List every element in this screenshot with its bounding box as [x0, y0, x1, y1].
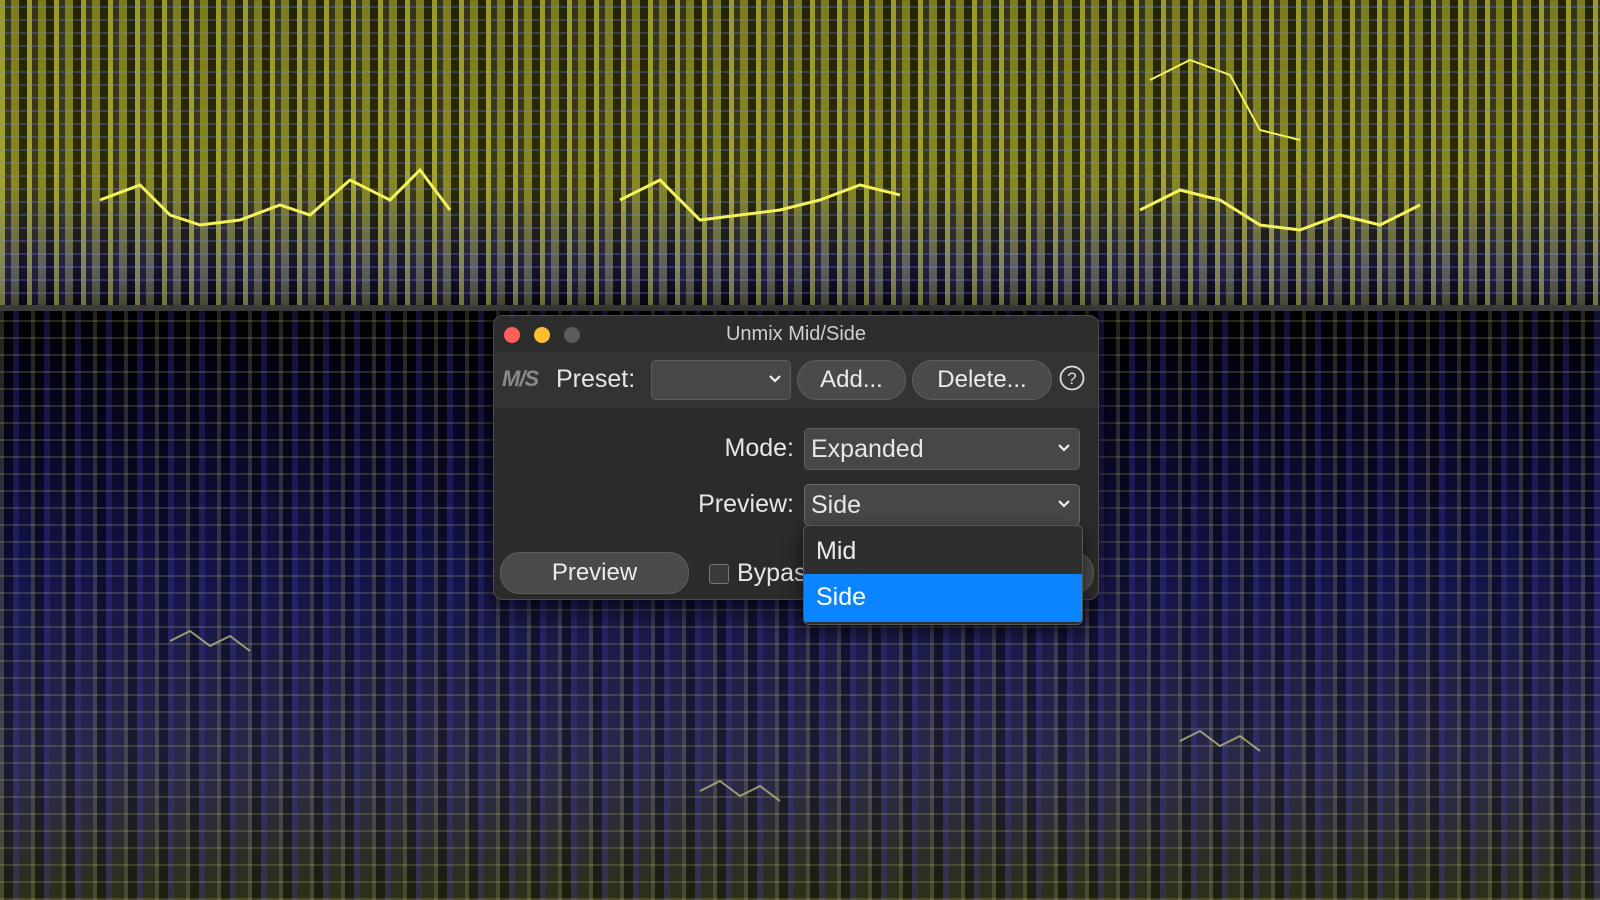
preview-mode-value: Side — [811, 491, 862, 519]
add-preset-button[interactable]: Add... — [797, 360, 906, 400]
spectrogram-top-traces — [99, 58, 1421, 232]
preset-label: Preset: — [556, 365, 636, 393]
svg-text:?: ? — [1067, 369, 1076, 388]
mode-dropdown[interactable]: Expanded — [804, 428, 1080, 470]
chevron-down-icon — [1058, 444, 1070, 452]
preset-dropdown[interactable] — [651, 360, 791, 400]
preset-toolbar: M/S Preset: Add... Delete... ? — [494, 352, 1098, 408]
chevron-down-icon — [769, 375, 781, 383]
chevron-down-icon — [1058, 500, 1070, 508]
preview-mode-label: Preview: — [698, 490, 794, 518]
ms-logo-icon: M/S — [502, 366, 539, 391]
preview-mode-dropdown[interactable]: Side — [804, 484, 1080, 526]
menu-item-side[interactable]: Side — [804, 574, 1082, 622]
question-circle-icon[interactable]: ? — [1059, 365, 1085, 391]
preview-button[interactable]: Preview — [500, 552, 689, 594]
spectrogram-top-channel[interactable] — [0, 0, 1600, 307]
preview-mode-options-menu: Mid Side — [803, 525, 1083, 625]
bypass-checkbox[interactable] — [709, 564, 729, 584]
delete-preset-button[interactable]: Delete... — [912, 360, 1052, 400]
menu-item-mid[interactable]: Mid — [804, 528, 1082, 576]
mode-value: Expanded — [811, 435, 924, 463]
mode-label: Mode: — [724, 434, 794, 462]
window-title: Unmix Mid/Side — [725, 323, 867, 345]
title-bar[interactable]: Unmix Mid/Side — [494, 316, 1098, 352]
